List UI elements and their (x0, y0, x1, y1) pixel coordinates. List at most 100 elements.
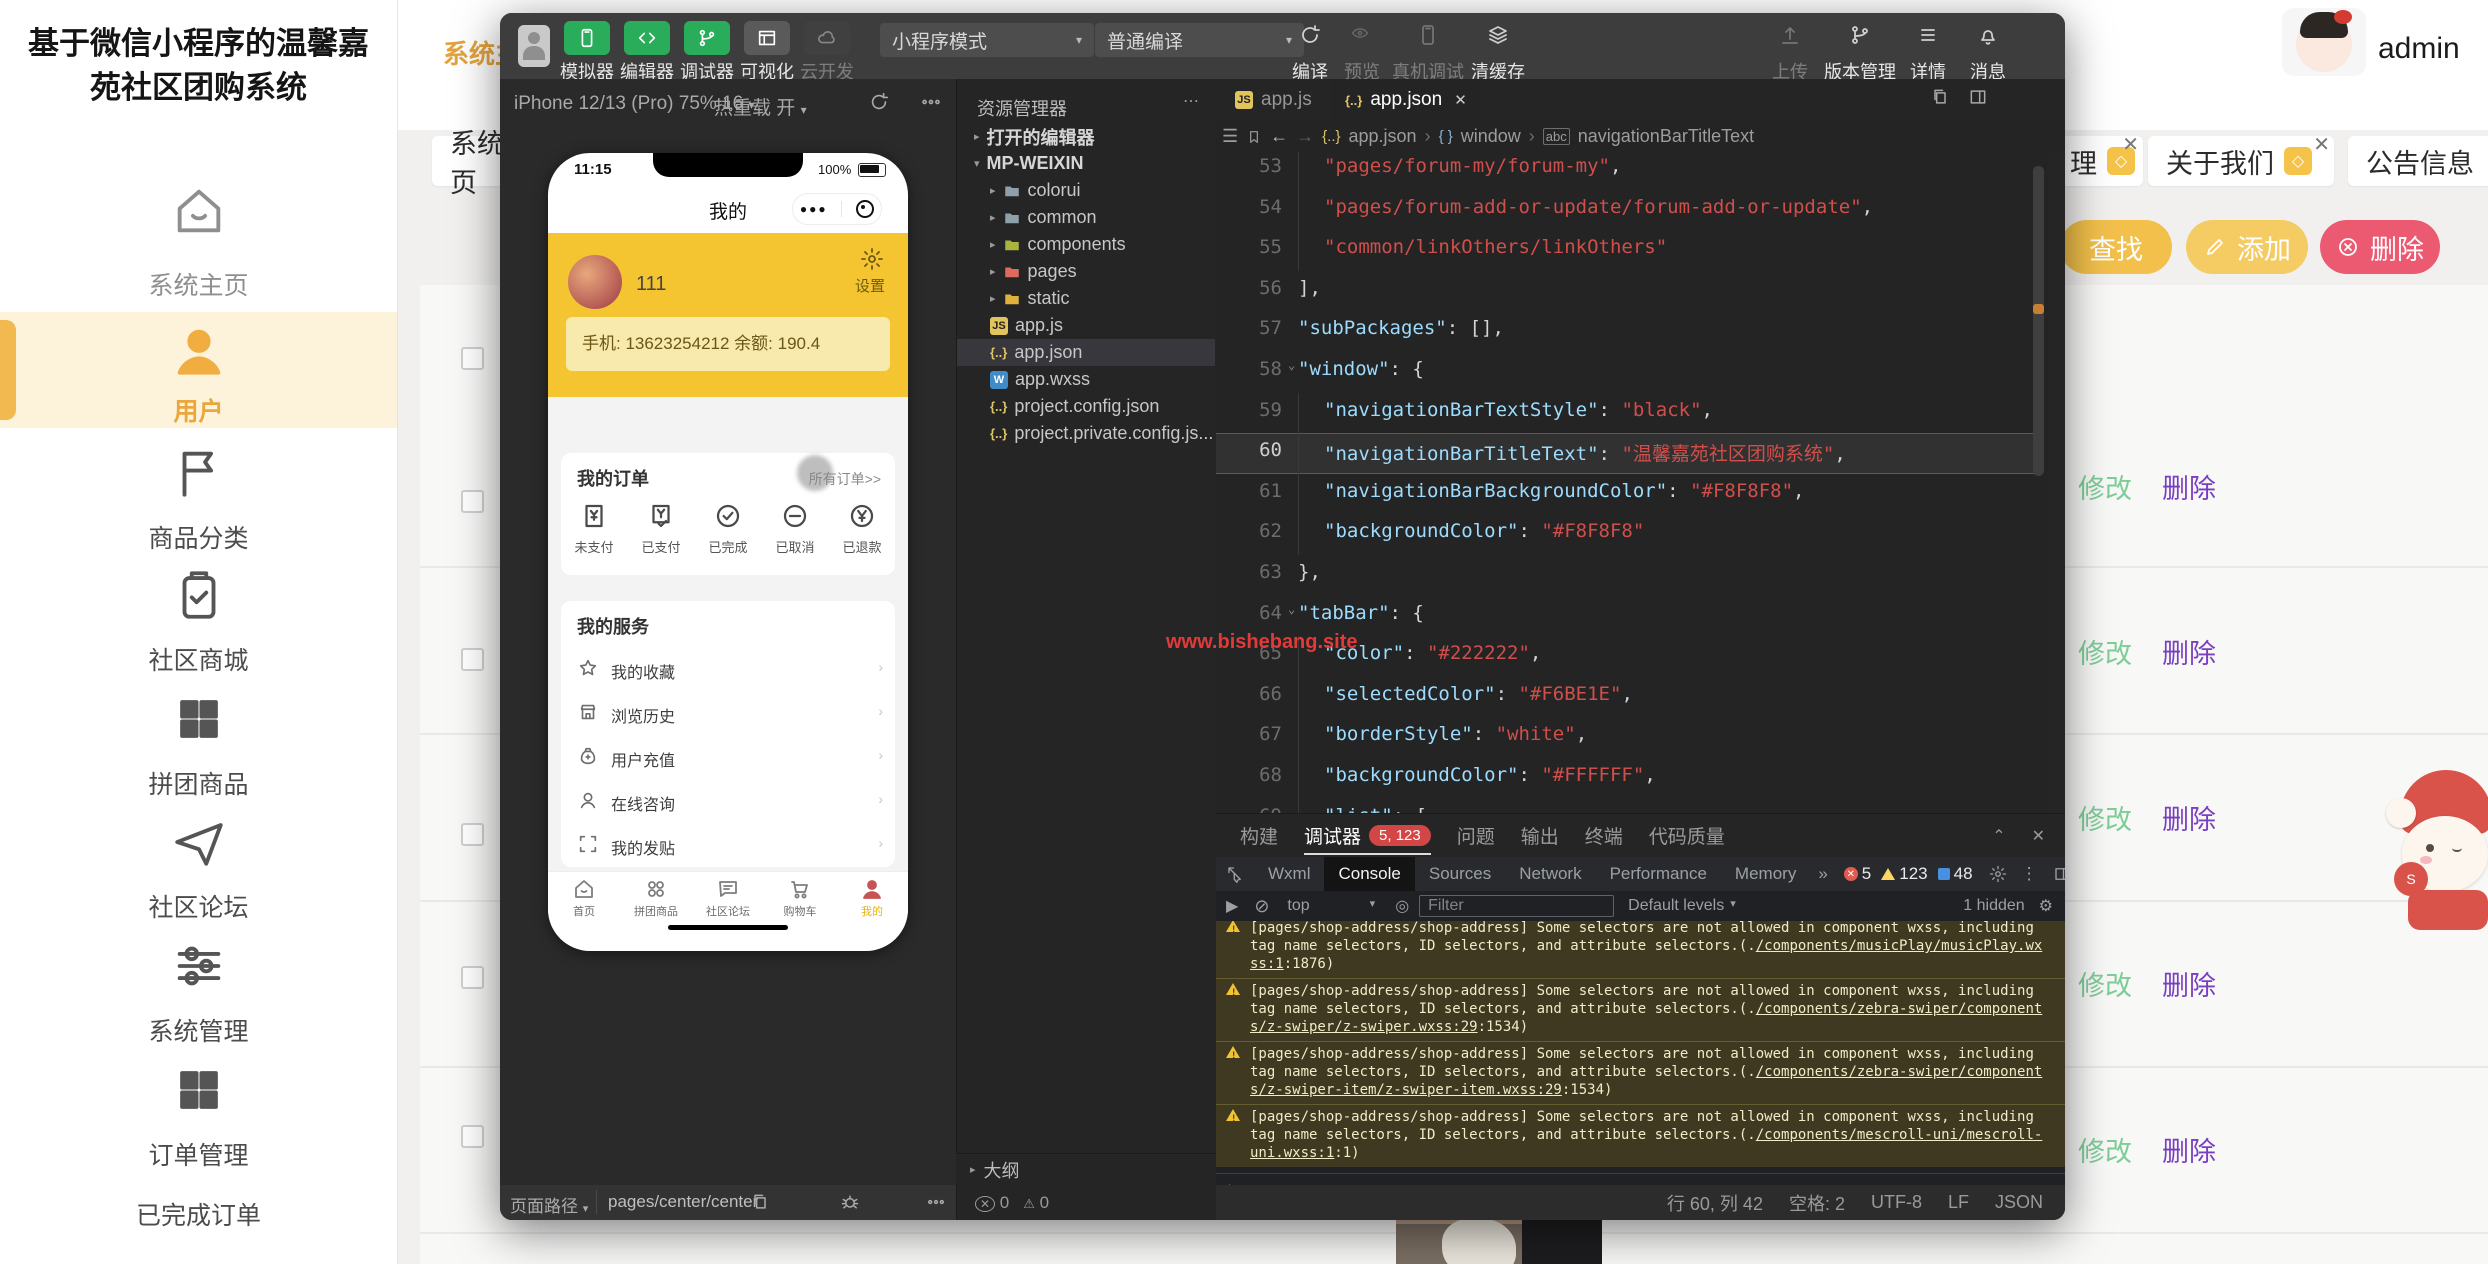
devtools-tab-network[interactable]: Network (1505, 857, 1595, 891)
page-path-value[interactable]: pages/center/center (608, 1192, 758, 1212)
toolbar-清缓存-icon[interactable] (1486, 23, 1510, 47)
explorer-row[interactable]: ▾MP-WEIXIN (957, 150, 1215, 177)
capsule-close-icon[interactable] (856, 200, 874, 218)
sidebar-item[interactable]: 社区商城 (0, 641, 397, 677)
devtools-menu-icon[interactable]: ⋮ (2015, 864, 2045, 884)
tabbar-label[interactable]: 购物车 (768, 903, 832, 919)
breadcrumb-file[interactable]: app.json (1349, 126, 1417, 147)
delete-button[interactable]: 删除 (2320, 220, 2440, 274)
explorer-row[interactable]: ▸pages (957, 258, 1215, 285)
sidebar-item[interactable]: 商品分类 (0, 519, 397, 555)
cursor-position[interactable]: 行 60, 列 42 (1667, 1190, 1763, 1216)
bookmark-icon[interactable] (1246, 129, 1262, 145)
fold-arrow-icon[interactable]: ⌄ (1288, 602, 1295, 616)
admin-active-nav[interactable]: 系统主页 (443, 34, 500, 71)
eol-setting[interactable]: LF (1948, 1192, 1969, 1213)
outline-section[interactable]: ▸大纲 (956, 1153, 1216, 1185)
yenc-icon[interactable] (847, 501, 877, 531)
console-warning[interactable]: [pages/shop-address/shop-address] Some s… (1216, 1041, 2065, 1104)
debugger-tab[interactable]: 代码质量 (1649, 822, 1725, 849)
source-link[interactable]: /components/musicPlay/musicPlay.wx (1756, 938, 2043, 954)
service-row[interactable]: 用户充值› (561, 735, 895, 779)
phone-simulator[interactable]: 11:15 100% 我的 ●●● 111 设置 手机: 13623254212… (548, 153, 908, 951)
sidebar-item[interactable]: 已完成订单 (0, 1196, 397, 1232)
compile-mode-dropdown[interactable]: 普通编译▾ (1095, 23, 1304, 57)
devtools-tab-wxml[interactable]: Wxml (1254, 857, 1324, 891)
devtools-tab-performance[interactable]: Performance (1596, 857, 1721, 891)
debugger-tab[interactable]: 问题 (1457, 822, 1495, 849)
avatar[interactable] (2282, 8, 2366, 76)
source-link[interactable]: s/z-swiper/z-swiper.wxss:29 (1250, 1019, 1478, 1035)
nav-tab[interactable]: 关于我们◇✕ (2148, 136, 2334, 186)
explorer-row[interactable]: Wapp.wxss (957, 366, 1215, 393)
toolbar-cloud-button[interactable] (804, 21, 850, 55)
source-link[interactable]: uni.wxss:1 (1250, 1145, 1334, 1161)
fold-arrow-icon[interactable]: ⌄ (1288, 805, 1295, 813)
console-filter-input[interactable]: Filter (1419, 895, 1614, 917)
checkc-icon[interactable] (713, 501, 743, 531)
toolbar-win-button[interactable] (744, 21, 790, 55)
nav-back-icon[interactable]: ← (1270, 126, 1288, 147)
toolbar-真机调试-icon[interactable] (1416, 23, 1440, 47)
capsule-menu[interactable]: ●●● (792, 193, 882, 225)
devtools-tab-memory[interactable]: Memory (1721, 857, 1810, 891)
panel-close-icon[interactable]: ✕ (2032, 826, 2045, 846)
breadcrumb-node[interactable]: window (1461, 126, 1521, 147)
encoding[interactable]: UTF-8 (1871, 1192, 1922, 1213)
toolbar-编译-icon[interactable] (1298, 23, 1322, 47)
debugger-tab[interactable]: 调试器5, 123 (1304, 822, 1431, 855)
settings-label[interactable]: 设置 (855, 275, 885, 296)
doccheck-icon[interactable] (646, 501, 676, 531)
sidebar-item[interactable]: 系统管理 (0, 1012, 397, 1048)
explorer-row[interactable]: {..}project.private.config.js... (957, 420, 1215, 447)
service-row[interactable]: 我的发贴› (561, 823, 895, 867)
search-button[interactable]: 查找 (2060, 220, 2172, 274)
breadcrumb-leaf[interactable]: navigationBarTitleText (1578, 126, 1754, 147)
copy-path-icon[interactable] (750, 1192, 770, 1212)
tabbar-label[interactable]: 社区论坛 (696, 903, 760, 919)
sidebar-item[interactable]: 订单管理 (0, 1136, 397, 1172)
nav-forward-icon[interactable]: → (1296, 126, 1314, 147)
tab-close-icon[interactable]: ✕ (2313, 132, 2330, 157)
console-prompt[interactable]: › (1216, 1173, 2065, 1185)
bug-icon[interactable] (840, 1192, 860, 1212)
inspect-element-icon[interactable] (1216, 865, 1254, 883)
console-warning[interactable]: [pages/shop-address/shop-address] Some s… (1216, 921, 2065, 978)
tab-user-icon[interactable] (860, 877, 884, 901)
explorer-row[interactable]: ▸static (957, 285, 1215, 312)
panel-collapse-icon[interactable]: ⌃ (1992, 826, 2005, 846)
settings-gear-icon[interactable] (860, 247, 884, 271)
explorer-row[interactable]: JSapp.js (957, 312, 1215, 339)
code-editor[interactable]: 53"pages/forum-my/forum-my",54"pages/for… (1216, 152, 2048, 813)
console-sidebar-icon[interactable]: ▶ (1216, 896, 1246, 916)
source-link[interactable]: /components/mescroll-uni/mescroll- (1756, 1127, 2043, 1143)
sidebar-item[interactable]: 拼团商品 (0, 765, 397, 801)
console-warning[interactable]: [pages/shop-address/shop-address] Some s… (1216, 1104, 2065, 1167)
devtools-account-avatar[interactable] (518, 25, 550, 67)
split-editor-icon[interactable] (1968, 87, 1988, 107)
editor-scrollbar[interactable] (2033, 166, 2044, 476)
toolbar-版本管理-icon[interactable] (1848, 23, 1872, 47)
source-link[interactable]: ss:1 (1250, 956, 1284, 972)
debugger-tab[interactable]: 终端 (1585, 822, 1623, 849)
toolbar-预览-icon[interactable] (1350, 23, 1374, 47)
order-status-label[interactable]: 已退款 (832, 537, 892, 556)
explorer-row[interactable]: ▸common (957, 204, 1215, 231)
console-eye-icon[interactable]: ◎ (1385, 896, 1419, 916)
source-link[interactable]: /components/zebra-swiper/component (1756, 1064, 2043, 1080)
toolbar-详情-icon[interactable] (1916, 23, 1940, 47)
source-link[interactable]: /components/zebra-swiper/component (1756, 1001, 2043, 1017)
order-status-label[interactable]: 已完成 (698, 537, 758, 556)
simulator-refresh-icon[interactable] (868, 91, 890, 113)
fold-arrow-icon[interactable]: ⌄ (1288, 358, 1295, 372)
explorer-more-icon[interactable]: ⋯ (1183, 91, 1201, 111)
tab-chat-icon[interactable] (716, 877, 740, 901)
hot-reload-toggle[interactable]: 热重载 开 ▾ (714, 93, 807, 120)
console-settings-gear-icon[interactable]: ⚙ (2039, 896, 2053, 916)
close-tab-icon[interactable]: ✕ (1454, 91, 1467, 109)
tabbar-label[interactable]: 首页 (552, 903, 616, 919)
preview-file-icon[interactable] (1930, 87, 1950, 107)
console-warning[interactable]: [pages/shop-address/shop-address] Some s… (1216, 978, 2065, 1041)
admin-username[interactable]: admin (2378, 32, 2460, 66)
indent-setting[interactable]: 空格: 2 (1789, 1190, 1845, 1216)
